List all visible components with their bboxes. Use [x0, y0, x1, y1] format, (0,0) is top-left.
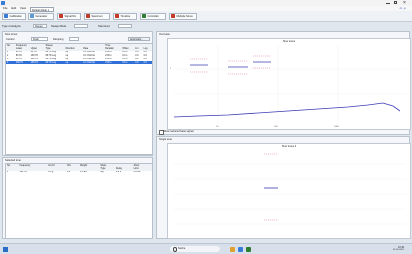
- calibration-icon: [4, 14, 8, 18]
- multiple-sinus-button[interactable]: Multiple Sinus: [169, 12, 197, 20]
- calibration-button[interactable]: Calibration: [2, 12, 26, 20]
- generator-button[interactable]: Generator: [28, 12, 54, 20]
- overview-chart: Sine tones 1 10 100 1000: [167, 38, 411, 130]
- controller-button[interactable]: Controller: [140, 12, 166, 20]
- sine-tones-panel: Sine tones Control Peak Damping Automati…: [2, 31, 153, 156]
- single-tone-chart: Sine tones 4: [167, 143, 411, 239]
- cell-upper: 160 Hz: [30, 61, 39, 64]
- overview-plot: 1 10 100 1000: [170, 44, 406, 128]
- multiple-sinus-label: Multiple Sinus: [176, 14, 193, 18]
- selected-tone-table: No. Frequency Ac.ctrl %G Weight Slope Ab…: [5, 163, 153, 239]
- generator-label: Generator: [35, 14, 48, 18]
- cell-rate: 0.1 Oct/min: [83, 61, 96, 64]
- timeline-label: Timeline: [120, 14, 131, 18]
- cell-type[interactable]: log: [99, 171, 115, 174]
- cell-delay[interactable]: 0.0 s: [115, 171, 133, 174]
- maximize-icon[interactable]: [394, 1, 397, 5]
- single-plot: [174, 153, 406, 225]
- sine-tones-table: No. Frequency Sweep Time Lower Upper Typ…: [5, 43, 153, 155]
- selected-tone-panel: Selected tone No. Frequency Ac.ctrl %G W…: [2, 157, 153, 239]
- cell-lower: 160 Hz: [15, 61, 24, 64]
- signal-mx-label: Signal Mx: [64, 14, 76, 18]
- selected-tone-title: Selected tone: [5, 159, 21, 162]
- sweep-mode-select[interactable]: [74, 24, 88, 28]
- signal-mx-icon: [59, 14, 63, 18]
- multiple-sinus-icon: [171, 14, 175, 18]
- mode-combo[interactable]: Default Mode 1 line: [30, 7, 54, 17]
- overview-panel: Overview Sine tones 1 10 100 1000 Show r…: [156, 31, 411, 135]
- show-reduced-label: Show reduced base signal: [163, 129, 194, 133]
- generator-icon: [30, 14, 34, 18]
- y-tick: 1: [170, 68, 172, 70]
- timeline-icon: [115, 14, 119, 18]
- automatic-button[interactable]: Automatic...: [128, 37, 150, 41]
- sine-tones-title: Sine tones: [5, 33, 18, 36]
- table-row-selected[interactable]: 4 160 Hz 160 Hz 80 Hz Log up 0.1 Oct/min…: [6, 60, 152, 65]
- spectrum-button[interactable]: Spectrum: [84, 12, 110, 20]
- single-tone-panel: Single tone Sine tones 4: [156, 136, 411, 239]
- cell-type: 80 Hz Log: [45, 61, 57, 64]
- timeline-button[interactable]: Timeline: [113, 12, 137, 20]
- taskbar-app-icon[interactable]: [230, 246, 235, 252]
- cell-pct[interactable]: 0.0: [66, 171, 79, 174]
- minimize-icon[interactable]: [386, 2, 390, 4]
- spectrum-icon: [86, 14, 90, 18]
- start-level-input[interactable]: [118, 24, 132, 28]
- control-label: Control: [6, 38, 15, 41]
- windows-start-icon[interactable]: [3, 246, 8, 252]
- x-tick: 1000: [334, 126, 340, 128]
- search-placeholder: Suche: [178, 247, 186, 251]
- cell-weight[interactable]: 0.0 dB: [79, 171, 99, 174]
- app-icon: [1, 1, 5, 5]
- x-tick: 100: [274, 126, 278, 128]
- damping-label: Damping: [53, 38, 64, 41]
- cell-frequency[interactable]: 120 Hz: [18, 171, 47, 174]
- damping-input[interactable]: [69, 37, 79, 41]
- cell-limit[interactable]: 6.0 dB: [133, 171, 152, 174]
- sweep-mode-label: Sweep Mode: [51, 25, 67, 28]
- clock-date[interactable]: 01.06.2021: [393, 249, 404, 251]
- type-select[interactable]: Sweep: [33, 24, 47, 28]
- type-label: Type of analysis: [2, 25, 21, 28]
- signal-mx-button[interactable]: Signal Mx: [57, 12, 81, 20]
- cell-log: 0.0: [143, 61, 147, 64]
- controller-icon: [142, 14, 146, 18]
- taskbar-app-icon-2[interactable]: [238, 246, 243, 252]
- table-row[interactable]: 1 120 Hz 0.0 g 0.0 0.0 dB log 0.0 s 6.0 …: [6, 171, 152, 174]
- cell-offset: 0.0 s: [122, 61, 128, 64]
- taskbar: Suche 10:49 01.06.2021: [0, 243, 412, 254]
- spectrum-label: Spectrum: [91, 14, 103, 18]
- cell-duration: 2:00 s: [105, 61, 112, 64]
- cell-lin: 0.0: [135, 61, 139, 64]
- overview-title: Overview: [159, 33, 170, 36]
- cell-no: 4: [7, 61, 9, 64]
- taskbar-app-icon-3[interactable]: [246, 246, 251, 252]
- x-tick: 10: [216, 126, 219, 128]
- control-select[interactable]: Peak: [31, 37, 48, 41]
- single-tone-title: Single tone: [159, 138, 172, 141]
- cell-no: 1: [7, 171, 9, 174]
- controller-label: Controller: [147, 14, 159, 18]
- cell-acctrl[interactable]: 0.0 g: [47, 171, 66, 174]
- start-level-label: Start level: [98, 25, 110, 28]
- calibration-label: Calibration: [9, 14, 22, 18]
- toolbar: Default Mode 1 line Calibration Generato…: [0, 7, 412, 22]
- cell-direction: up: [65, 61, 69, 64]
